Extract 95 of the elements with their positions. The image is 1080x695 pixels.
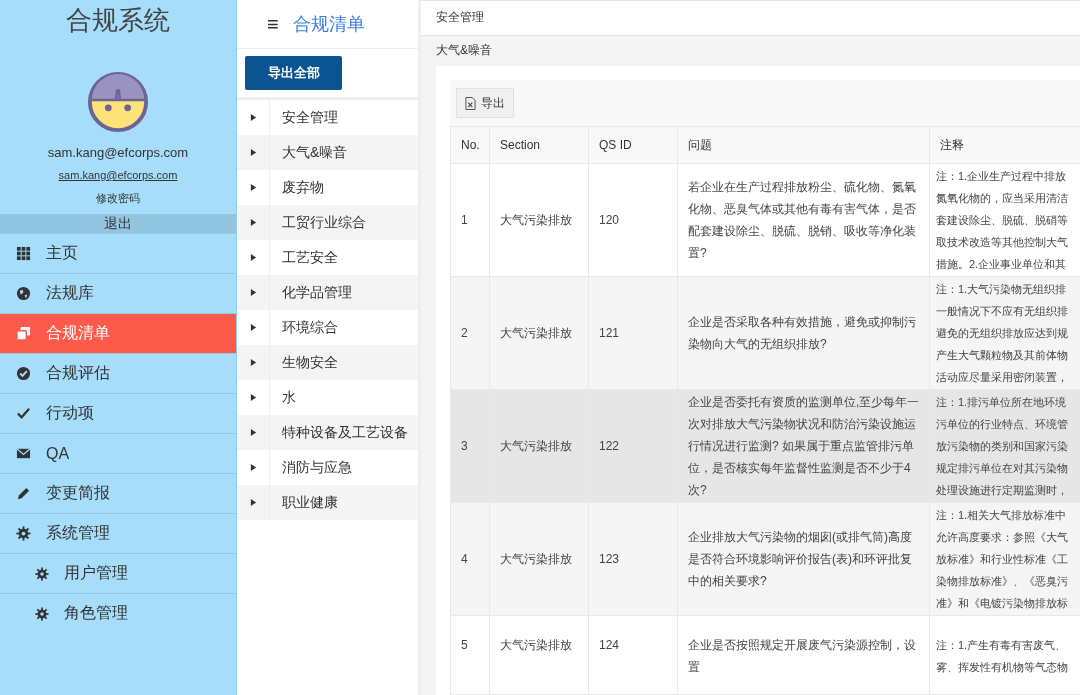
nav-item[interactable]: QA (0, 433, 236, 473)
note-line: 污单位的行业特点、环境管 (936, 417, 1068, 432)
grid-icon (16, 246, 31, 261)
table-cell: 122 (588, 389, 678, 503)
category-item[interactable]: 消防与应急 (270, 458, 352, 477)
check-circle-icon (16, 366, 31, 381)
caret-right-icon[interactable] (249, 184, 257, 191)
avatar-icon (87, 71, 149, 133)
table-cell: 大气污染排放 (489, 276, 589, 390)
user-email-link[interactable]: sam.kang@efcorps.com (58, 169, 178, 181)
caret-right-icon[interactable] (249, 464, 257, 471)
category-item[interactable]: 废弃物 (270, 178, 324, 197)
caret-right-icon[interactable] (249, 499, 257, 506)
table-cell: 大气污染排放 (489, 389, 589, 503)
nav-item[interactable]: 行动项 (0, 393, 236, 433)
change-password-link[interactable]: 修改密码 (96, 191, 140, 206)
note-line: 染物排放标准》、《恶臭污 (936, 574, 1068, 589)
note-line: 雾、挥发性有机物等气态物 (936, 660, 1068, 675)
menu-icon[interactable]: ≡ (267, 12, 279, 36)
table-cell: 3 (450, 389, 490, 503)
note-line: 注：1.相关大气排放标准中 (936, 508, 1067, 523)
table-cell: 企业排放大气污染物的烟囱(或排气筒)高度是否符合环境影响评价报告(表)和环评批复中的相关要求? (677, 502, 930, 616)
settings-icon (16, 526, 31, 541)
table-cell: 大气污染排放 (489, 163, 589, 277)
user-email: sam.kang@efcorps.com (47, 145, 189, 160)
section-header[interactable]: 安全管理 (421, 0, 1080, 35)
table-cell: 2 (450, 276, 490, 390)
note-line: 处理设施进行定期监测时， (936, 483, 1068, 498)
note-line: 活动应尽量采用密闭装置， (936, 370, 1068, 385)
category-item[interactable]: 水 (270, 388, 296, 407)
caret-right-icon[interactable] (249, 254, 257, 261)
column-header[interactable]: 注释 (929, 126, 1080, 164)
nav-subitem[interactable]: 角色管理 (0, 593, 236, 633)
note-line: 取技术改造等其他控制大气 (936, 235, 1068, 250)
note-line: 允许高度要求：参照《大气 (936, 530, 1068, 545)
envelope-icon (16, 446, 31, 461)
note-line: 套建设除尘、脱硫、脱硝等 (936, 213, 1068, 228)
table-cell: 5 (450, 615, 490, 695)
note-line: 准》和《电镀污染物排放标 (936, 596, 1068, 611)
caret-right-icon[interactable] (249, 429, 257, 436)
note-line: 注：1.排污单位所在地环境 (936, 395, 1067, 410)
settings-icon (35, 566, 49, 581)
caret-right-icon[interactable] (249, 324, 257, 331)
table-cell: 大气污染排放 (489, 615, 589, 695)
panel-title: 合规清单 (292, 13, 365, 36)
note-line: 规定排污单位在对其污染物 (936, 461, 1068, 476)
category-item[interactable]: 环境综合 (270, 318, 338, 337)
table-cell: 若企业在生产过程排放粉尘、硫化物、氮氧化物、恶臭气体或其他有毒有害气体，是否配套建设除尘、脱硫、脱销、吸收等净化装置? (677, 163, 930, 277)
caret-right-icon[interactable] (249, 394, 257, 401)
column-header[interactable]: No. (450, 126, 490, 164)
table-cell: 大气污染排放 (489, 502, 589, 616)
column-header[interactable]: QS ID (588, 126, 678, 164)
table-cell: 企业是否按照规定开展废气污染源控制，设置 (677, 615, 930, 695)
table-cell: 123 (588, 502, 678, 616)
stack-icon (16, 326, 31, 341)
note-line: 注：1.产生有毒有害废气、 (936, 638, 1067, 653)
nav-subitem[interactable]: 用户管理 (0, 553, 236, 593)
note-line: 产生大气颗粒物及其前体物 (936, 348, 1068, 363)
table-cell: 124 (588, 615, 678, 695)
table-cell: 企业是否采取各种有效措施，避免或抑制污染物向大气的无组织排放? (677, 276, 930, 390)
table-cell: 1 (450, 163, 490, 277)
note-line: 一般情况下不应有无组织排 (936, 304, 1068, 319)
category-item[interactable]: 工艺安全 (270, 248, 338, 267)
note-line: 注：1.大气污染物无组织排 (936, 282, 1067, 297)
settings-icon (35, 606, 49, 621)
table-cell: 121 (588, 276, 678, 390)
caret-right-icon[interactable] (249, 219, 257, 226)
note-line: 措施。2.企业事业单位和其 (936, 257, 1067, 272)
app-title: 合规系统 (66, 4, 170, 37)
note-line: 氮氧化物的，应当采用清洁 (936, 191, 1068, 206)
note-line: 放标准》和行业性标准《工 (936, 552, 1068, 567)
export-button[interactable]: 导出 (456, 88, 514, 118)
check-icon (16, 406, 31, 421)
caret-right-icon[interactable] (249, 289, 257, 296)
table-cell: 120 (588, 163, 678, 277)
category-item[interactable]: 安全管理 (270, 108, 338, 127)
table-cell: 4 (450, 502, 490, 616)
nav-item[interactable]: 主页 (0, 233, 236, 273)
nav-item[interactable]: 合规评估 (0, 353, 236, 393)
caret-right-icon[interactable] (249, 149, 257, 156)
nav-item[interactable]: 系统管理 (0, 513, 236, 553)
caret-right-icon[interactable] (249, 114, 257, 121)
note-line: 避免的无组织排放应达到规 (936, 326, 1068, 341)
note-line: 放污染物的类别和国家污染 (936, 439, 1068, 454)
column-header[interactable]: Section (489, 126, 589, 164)
spreadsheet-file-icon (465, 96, 476, 110)
globe-icon (16, 286, 31, 301)
export-all-button[interactable]: 导出全部 (245, 56, 342, 90)
pencil-icon (16, 486, 31, 501)
table-cell: 企业是否委托有资质的监测单位,至少每年一次对排放大气污染物状况和防治污染设施运行情况进行监测? 如果属于重点监管排污单位，是否核实每年监督性监测是否不少于4 次? (677, 389, 930, 503)
logout-button[interactable]: 退出 (0, 214, 236, 233)
note-line: 注：1.企业生产过程中排放 (936, 169, 1067, 184)
caret-right-icon[interactable] (249, 359, 257, 366)
column-header[interactable]: 问题 (677, 126, 930, 164)
nav-item[interactable]: 变更简报 (0, 473, 236, 513)
